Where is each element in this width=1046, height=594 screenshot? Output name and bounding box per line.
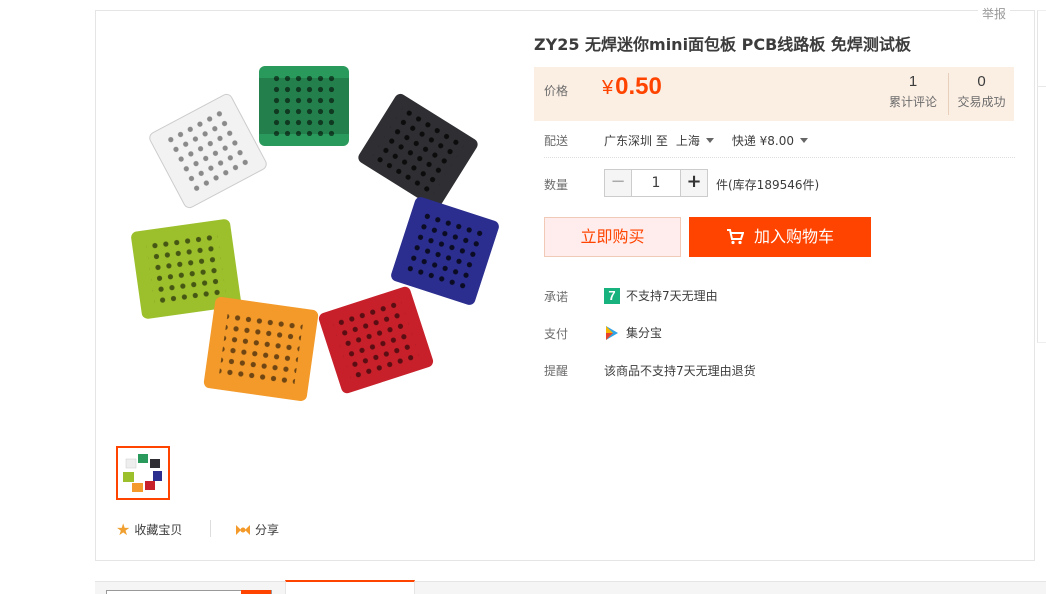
thumbnail-illustration — [123, 454, 162, 492]
product-title: ZY25 无焊迷你mini面包板 PCB线路板 免焊测试板 — [534, 35, 911, 54]
buy-now-button[interactable]: 立即购买 — [544, 217, 681, 257]
price-label: 价格 — [544, 84, 569, 98]
shipping-row: 广东深圳 至 上海 快递 ¥8.00 — [604, 132, 812, 149]
add-to-cart-label: 加入购物车 — [753, 227, 834, 246]
chevron-down-icon[interactable] — [705, 138, 714, 143]
shipping-method[interactable]: 快递 ¥8.00 — [732, 132, 794, 149]
sales-count-label: 交易成功 — [957, 95, 1006, 109]
favorite-button[interactable]: ★ 收藏宝贝 — [116, 521, 182, 538]
tab-active[interactable] — [285, 580, 415, 594]
side-panel-edge — [1037, 10, 1046, 343]
reminder-row: 该商品不支持7天无理由退货 — [604, 362, 756, 379]
search-button[interactable] — [241, 590, 271, 594]
promise-row: 7 不支持7天无理由 — [604, 287, 718, 304]
review-count: 1 — [908, 73, 918, 90]
star-icon: ★ — [116, 519, 131, 539]
payment-row: 集分宝 — [604, 324, 662, 341]
thumbnail-image[interactable] — [116, 446, 170, 500]
reminder-label: 提醒 — [544, 364, 569, 378]
shipping-origin: 广东深圳 至 — [604, 134, 668, 148]
divider — [210, 520, 211, 537]
share-button[interactable]: 分享 — [235, 521, 279, 538]
add-to-cart-button[interactable]: 加入购物车 — [689, 217, 871, 257]
quantity-decrease-button[interactable]: − — [604, 169, 632, 197]
sales-count-stat: 0 交易成功 — [948, 73, 1014, 115]
promise-text[interactable]: 不支持7天无理由 — [626, 287, 718, 304]
main-product-image — [118, 44, 516, 431]
review-count-label: 累计评论 — [888, 95, 937, 109]
jifenbao-icon — [606, 325, 618, 340]
reminder-text: 该商品不支持7天无理由退货 — [604, 364, 756, 378]
payment-text[interactable]: 集分宝 — [626, 324, 662, 341]
price-box: 价格 ¥0.50 1 累计评论 0 交易成功 — [534, 67, 1014, 121]
price-value: ¥0.50 — [602, 73, 662, 101]
stock-text: 件(库存189546件) — [716, 178, 820, 192]
report-link[interactable]: 举报 — [978, 5, 1011, 22]
quantity-increase-button[interactable]: + — [680, 169, 708, 197]
quantity-stepper: − 1 + — [604, 169, 708, 197]
favorite-label: 收藏宝贝 — [134, 523, 183, 537]
breadboards-illustration — [131, 66, 499, 402]
cart-icon — [726, 229, 744, 245]
shipping-destination[interactable]: 上海 — [676, 132, 700, 149]
seven-day-badge-icon: 7 — [604, 287, 620, 304]
quantity-input[interactable]: 1 — [632, 169, 680, 197]
shipping-label: 配送 — [544, 134, 569, 148]
quantity-label: 数量 — [544, 178, 569, 192]
divider — [544, 157, 1015, 158]
share-icon — [236, 524, 250, 535]
share-label: 分享 — [255, 523, 280, 537]
sales-count: 0 — [977, 73, 986, 90]
payment-label: 支付 — [544, 327, 569, 341]
price-amount: 0.50 — [615, 73, 662, 100]
chevron-down-icon[interactable] — [800, 138, 809, 143]
review-count-stat[interactable]: 1 累计评论 — [884, 73, 942, 110]
promise-label: 承诺 — [544, 290, 569, 304]
currency-symbol: ¥ — [602, 77, 614, 99]
